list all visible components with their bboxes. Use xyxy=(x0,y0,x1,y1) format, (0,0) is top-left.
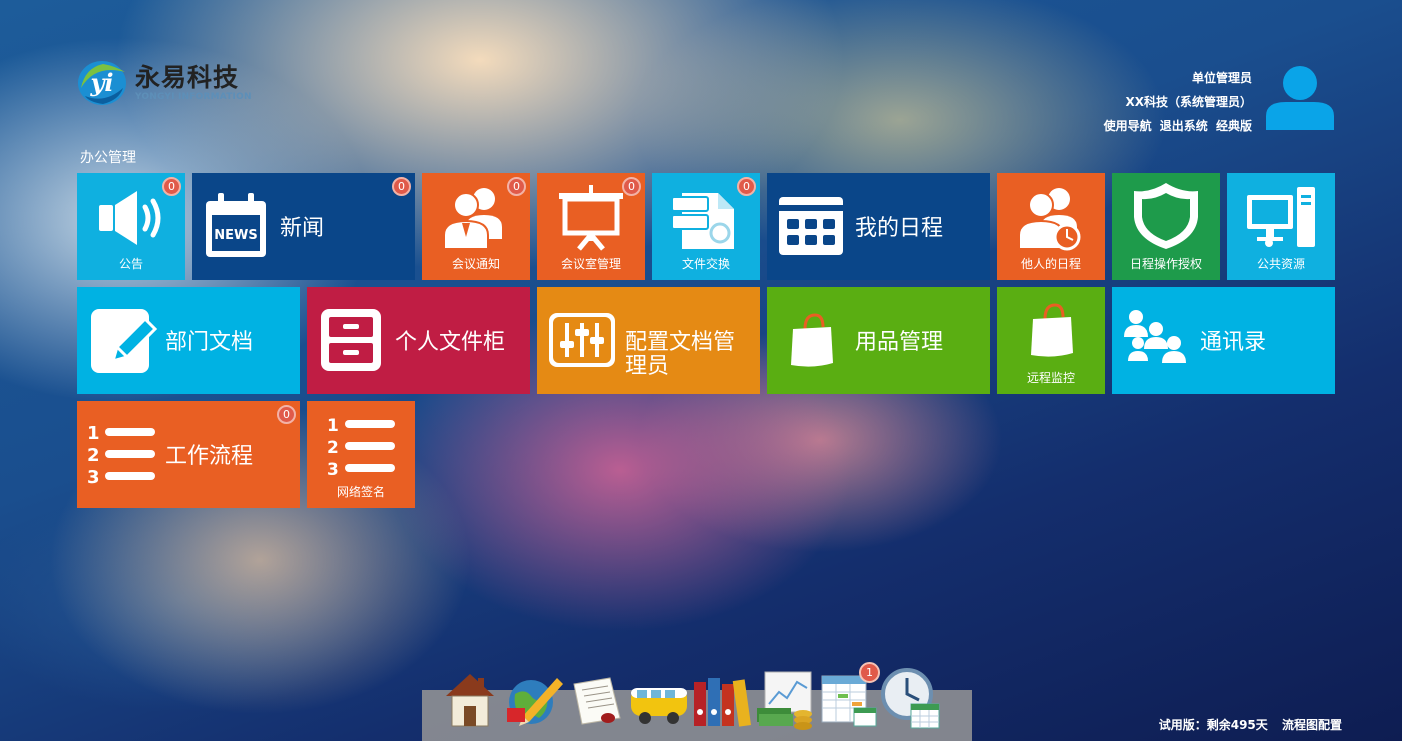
numbered-list-icon: 1 2 3 xyxy=(87,423,155,488)
tile-department-docs[interactable]: 部门文档 xyxy=(77,287,300,394)
shopping-bag-icon xyxy=(1031,303,1073,357)
tile-remote-monitor[interactable]: 远程监控 xyxy=(997,287,1105,394)
bus-icon xyxy=(631,688,687,724)
tile-label: 他人的日程 xyxy=(1020,257,1081,271)
globe-pencil-icon xyxy=(507,678,563,726)
shield-icon xyxy=(1134,183,1198,249)
tile-label: 个人文件柜 xyxy=(395,330,506,355)
tile-label: 公共资源 xyxy=(1256,257,1305,271)
tile-label: 会议室管理 xyxy=(560,257,621,271)
tile-label: 远程监控 xyxy=(1026,371,1075,385)
tile-meeting-room[interactable]: 会议室管理 0 xyxy=(537,173,645,280)
user-info: 单位管理员 XX科技（系统管理员） 使用导航 退出系统 经典版 xyxy=(1100,66,1252,138)
svg-text:yi: yi xyxy=(89,68,113,97)
svg-text:NEWS: NEWS xyxy=(214,228,257,243)
user-avatar-icon[interactable] xyxy=(1264,64,1336,130)
home-icon xyxy=(446,674,494,727)
tile-network-signature[interactable]: 1 2 3 网络签名 xyxy=(307,401,415,508)
count-badge: 0 xyxy=(737,177,756,196)
news-calendar-icon: NEWS xyxy=(206,193,266,257)
tile-label: 工作流程 xyxy=(165,444,254,469)
tile-workflow[interactable]: 1 2 3 工作流程 0 xyxy=(77,401,300,508)
count-badge: 0 xyxy=(162,177,181,196)
svg-text:2: 2 xyxy=(327,438,339,458)
dock-home[interactable] xyxy=(440,664,500,730)
dock-chart-money[interactable] xyxy=(755,664,815,730)
tile-announcement[interactable]: 公告 0 xyxy=(77,173,185,280)
flow-config-link[interactable]: 流程图配置 xyxy=(1282,718,1342,732)
tile-label: 网络签名 xyxy=(336,485,385,499)
tile-meeting-notice[interactable]: 会议通知 0 xyxy=(422,173,530,280)
count-badge: 0 xyxy=(507,177,526,196)
count-badge: 0 xyxy=(622,177,641,196)
dock-clock-calendar[interactable] xyxy=(881,664,941,730)
section-title: 办公管理 xyxy=(80,150,136,166)
tile-label: 用品管理 xyxy=(855,330,944,355)
edit-document-icon xyxy=(91,309,158,373)
contacts-group-icon xyxy=(1124,310,1186,363)
user-role: 单位管理员 xyxy=(1191,71,1252,85)
count-badge: 0 xyxy=(277,405,296,424)
sliders-icon xyxy=(549,313,615,367)
tile-schedule-authorization[interactable]: 日程操作授权 xyxy=(1112,173,1220,280)
tile-contacts[interactable]: 通讯录 xyxy=(1112,287,1335,394)
brand-logo: yi 永易科技 YONGYI INFORMATION xyxy=(75,58,252,108)
dock-letter[interactable] xyxy=(566,664,626,730)
tile-supplies[interactable]: 用品管理 xyxy=(767,287,990,394)
dock-binders[interactable] xyxy=(692,664,752,730)
tile-config-doc-admin[interactable]: 配置文档管理员 xyxy=(537,287,760,394)
tile-label: 新闻 xyxy=(280,216,325,241)
computer-icon xyxy=(1247,187,1315,247)
trial-status: 试用版：剩余495天 xyxy=(1158,718,1268,732)
letter-seal-icon xyxy=(573,677,621,725)
tile-news[interactable]: NEWS 新闻 0 xyxy=(192,173,415,280)
dock-bus[interactable] xyxy=(629,664,689,730)
tile-label: 日程操作授权 xyxy=(1129,257,1202,271)
logout-link[interactable]: 退出系统 xyxy=(1160,119,1208,133)
shopping-bag-icon xyxy=(791,313,833,367)
dock-items: 1 xyxy=(440,662,941,730)
footer: 试用版：剩余495天 流程图配置 xyxy=(1149,716,1342,733)
numbered-list-icon: 1 2 3 xyxy=(327,416,395,479)
brand-name: 永易科技 xyxy=(135,63,240,92)
meeting-people-icon xyxy=(443,188,502,250)
guide-link[interactable]: 使用导航 xyxy=(1104,119,1152,133)
tile-others-schedule[interactable]: 他人的日程 xyxy=(997,173,1105,280)
presentation-board-icon xyxy=(559,185,623,251)
tile-personal-cabinet[interactable]: 个人文件柜 xyxy=(307,287,530,394)
tile-file-exchange[interactable]: 文件交换 0 xyxy=(652,173,760,280)
people-clock-icon xyxy=(1018,188,1081,251)
svg-text:1: 1 xyxy=(87,423,100,444)
tile-label: 公告 xyxy=(118,257,143,271)
tile-label: 通讯录 xyxy=(1200,330,1267,355)
file-exchange-icon xyxy=(672,193,734,249)
dock-notification-badge: 1 xyxy=(859,662,880,683)
tile-label: 我的日程 xyxy=(855,216,944,241)
tile-label: 会议通知 xyxy=(451,257,500,271)
classic-version-link[interactable]: 经典版 xyxy=(1216,119,1252,133)
tile-label: 配置文档管理员 xyxy=(625,330,736,379)
yi-logo-icon: yi xyxy=(78,61,126,105)
speaker-icon xyxy=(99,191,161,245)
tile-my-schedule[interactable]: 我的日程 xyxy=(767,173,990,280)
count-badge: 0 xyxy=(392,177,411,196)
brand-subtitle: YONGYI INFORMATION xyxy=(135,92,252,102)
tile-label: 部门文档 xyxy=(165,330,254,355)
clock-calendar-icon xyxy=(881,668,940,729)
tile-label: 文件交换 xyxy=(681,257,730,271)
dock-globe-pencil[interactable] xyxy=(503,664,563,730)
cabinet-icon xyxy=(321,309,381,371)
tile-public-resources[interactable]: 公共资源 xyxy=(1227,173,1335,280)
chart-money-icon xyxy=(757,671,812,730)
schedule-grid-icon xyxy=(779,197,843,255)
svg-text:3: 3 xyxy=(87,467,100,488)
svg-text:3: 3 xyxy=(327,460,339,479)
dock-table-calendar[interactable]: 1 xyxy=(818,662,880,730)
user-org: XX科技（系统管理员） xyxy=(1125,95,1252,109)
svg-text:2: 2 xyxy=(87,445,100,466)
svg-text:1: 1 xyxy=(327,416,339,436)
binders-icon xyxy=(694,678,752,727)
